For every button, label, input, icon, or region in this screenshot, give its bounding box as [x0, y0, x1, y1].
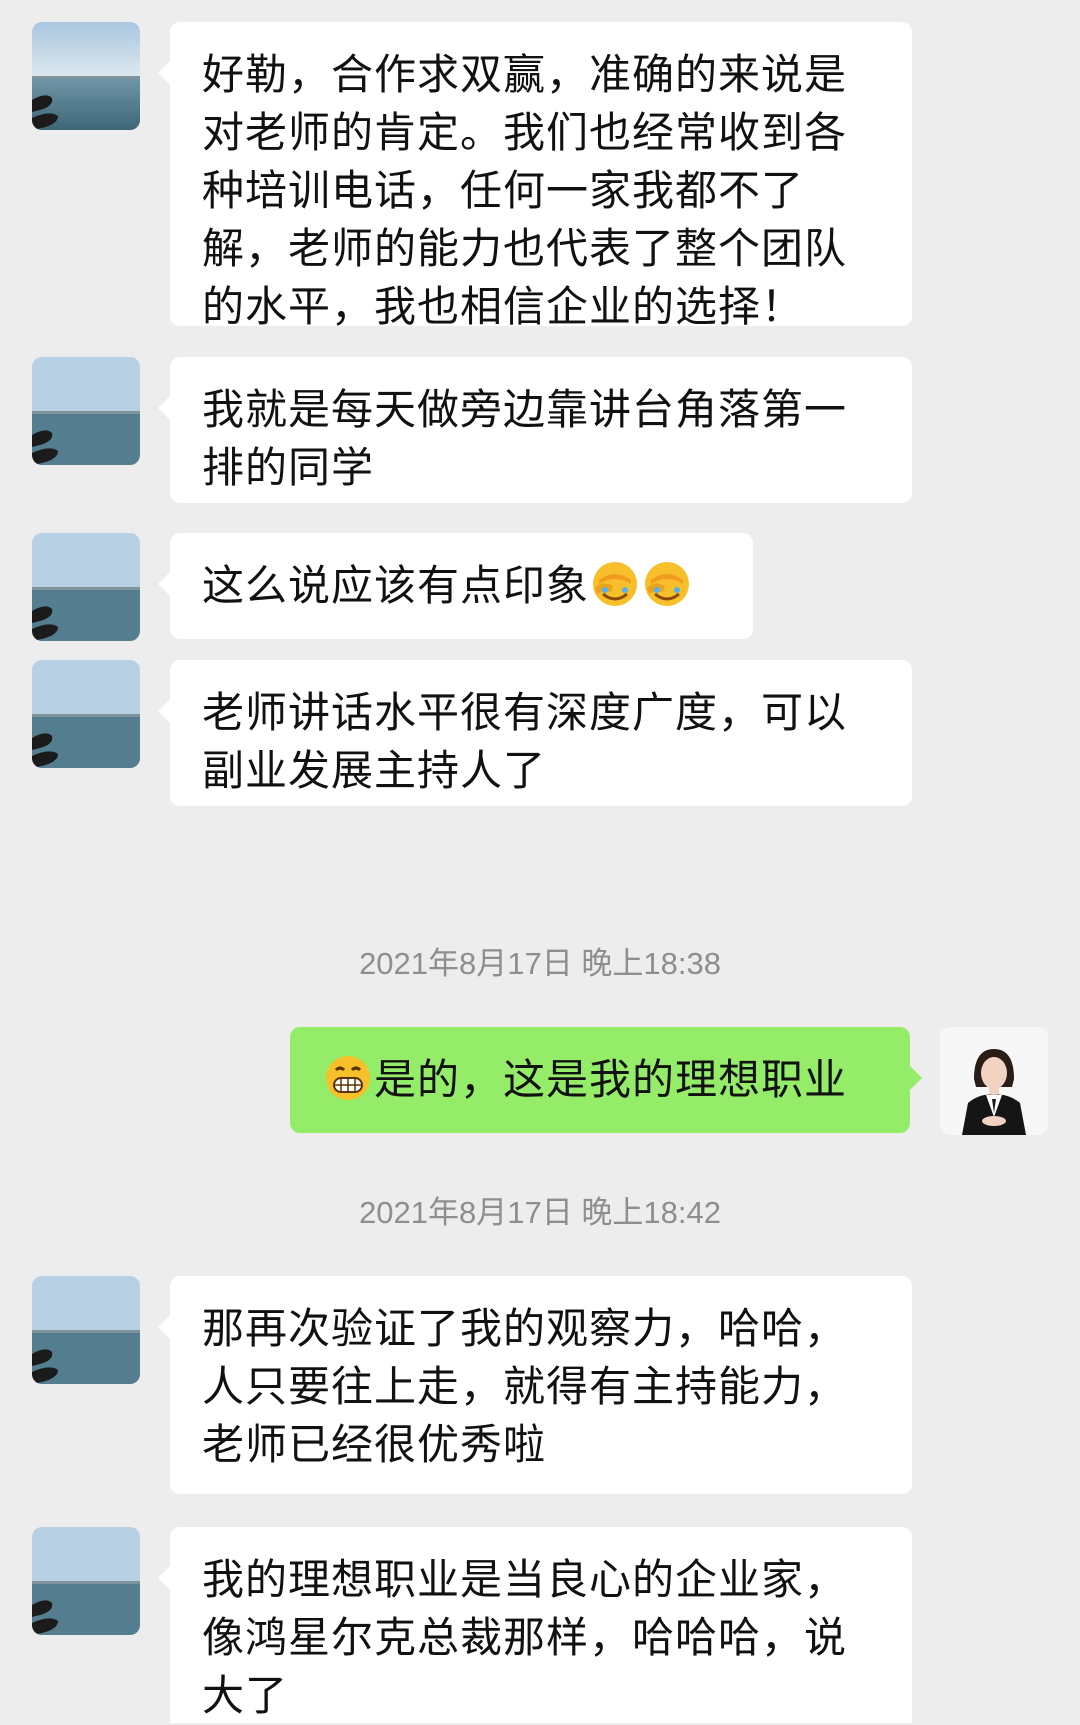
contact-avatar[interactable] — [32, 1276, 140, 1384]
message-bubble[interactable]: 这么说应该有点印象 — [158, 533, 753, 639]
message-bubble[interactable]: 我的理想职业是当良心的企业家，像鸿星尔克总裁那样，哈哈哈，说大了 — [158, 1527, 912, 1723]
user-avatar[interactable] — [940, 1027, 1048, 1135]
message-text: 我就是每天做旁边靠讲台角落第一排的同学 — [202, 385, 848, 492]
message-text: 是的，这是我的理想职业 — [374, 1055, 848, 1104]
message-text: 这么说应该有点印象 — [202, 561, 590, 610]
chat-message-list: 好勒，合作求双赢，准确的来说是对老师的肯定。我们也经常收到各种培训电话，任何一家… — [0, 0, 1080, 1723]
contact-avatar[interactable] — [32, 1527, 140, 1635]
message-bubble[interactable]: 好勒，合作求双赢，准确的来说是对老师的肯定。我们也经常收到各种培训电话，任何一家… — [158, 22, 912, 331]
contact-avatar[interactable] — [32, 660, 140, 768]
contact-avatar[interactable] — [32, 533, 140, 641]
message-bubble[interactable]: 老师讲话水平很有深度广度，可以副业发展主持人了 — [158, 660, 912, 806]
timestamp: 2021年8月17日 晚上18:38 — [359, 946, 721, 981]
message-text: 好勒，合作求双赢，准确的来说是对老师的肯定。我们也经常收到各种培训电话，任何一家… — [202, 50, 848, 331]
message-bubble[interactable]: 那再次验证了我的观察力，哈哈，人只要往上走，就得有主持能力，老师已经很优秀啦 — [158, 1276, 912, 1494]
facepalm-emoji-icon — [643, 560, 691, 608]
message-bubble[interactable]: 我就是每天做旁边靠讲台角落第一排的同学 — [158, 357, 912, 503]
facepalm-emoji-icon — [591, 560, 639, 608]
timestamp: 2021年8月17日 晚上18:42 — [359, 1195, 721, 1230]
message-text: 我的理想职业是当良心的企业家，像鸿星尔克总裁那样，哈哈哈，说大了 — [202, 1555, 848, 1720]
message-text: 那再次验证了我的观察力，哈哈，人只要往上走，就得有主持能力，老师已经很优秀啦 — [202, 1304, 848, 1469]
contact-avatar[interactable] — [32, 357, 140, 465]
message-text: 老师讲话水平很有深度广度，可以副业发展主持人了 — [202, 688, 848, 795]
message-bubble[interactable]: 是的，这是我的理想职业 — [290, 1027, 922, 1133]
contact-avatar[interactable] — [32, 22, 140, 130]
grin-emoji-icon — [324, 1054, 372, 1102]
